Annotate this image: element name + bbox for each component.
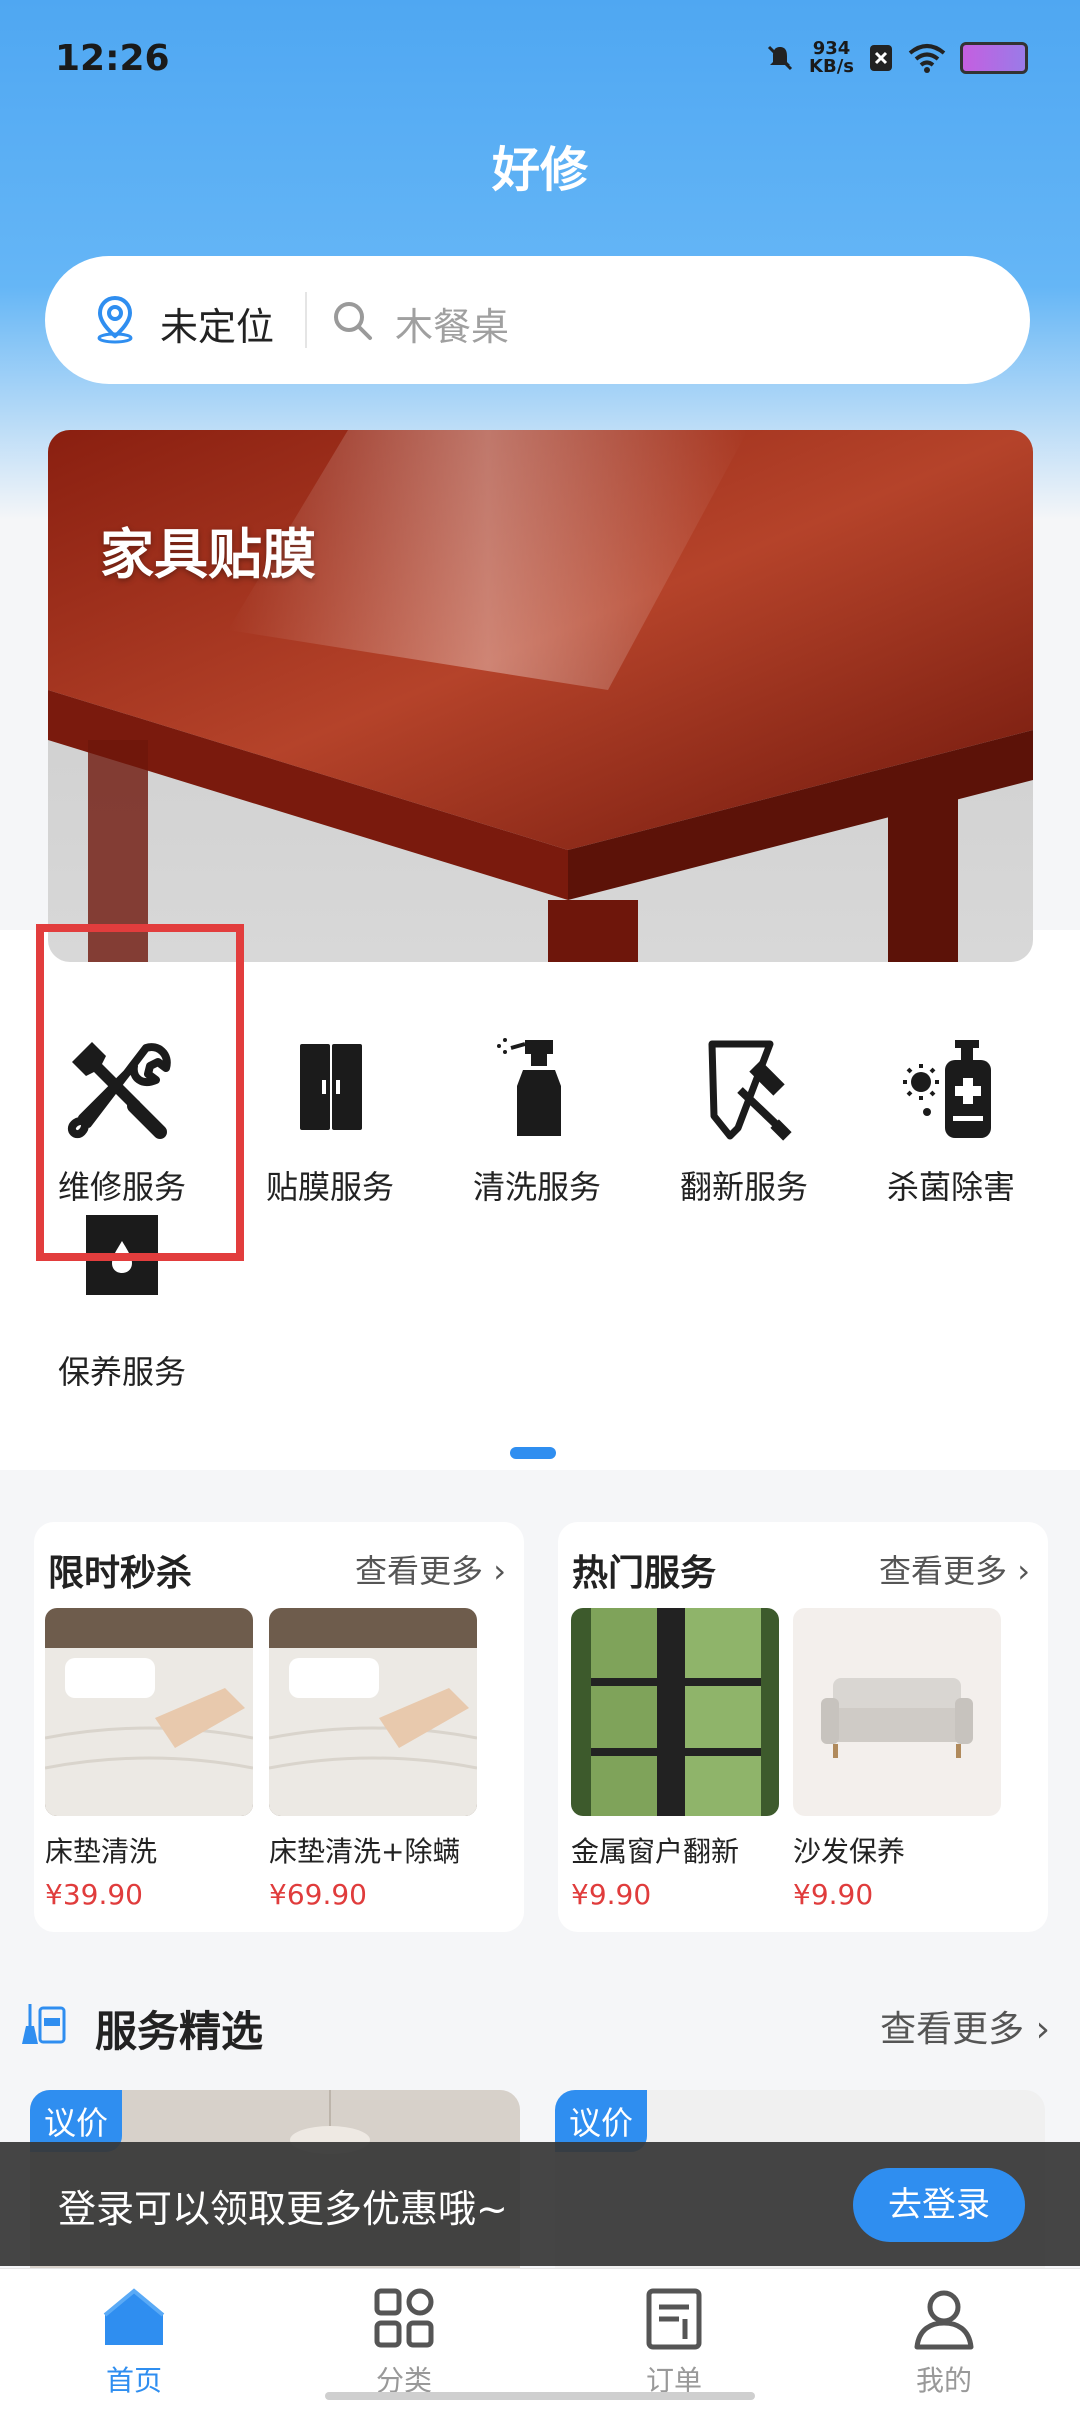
user-icon (914, 2290, 974, 2350)
more-label: 查看更多 (355, 1552, 484, 1590)
flash-sale-more-link[interactable]: 查看更多 › (355, 1546, 506, 1592)
service-label: 清洗服务 (472, 1168, 601, 1206)
wifi-icon (908, 44, 946, 73)
product-price: ¥9.90 (793, 1878, 874, 1911)
product-name: 金属窗户翻新 (571, 1835, 740, 1868)
service-sanitize[interactable]: 杀菌除害 (851, 1030, 1051, 1220)
spray-bottle-icon (497, 1038, 561, 1136)
login-button[interactable]: 去登录 (853, 2168, 1025, 2242)
search-input[interactable]: 木餐桌 (395, 296, 509, 351)
paint-roller-icon (708, 1040, 792, 1141)
search-divider (305, 292, 307, 348)
tab-label: 我的 (915, 2364, 972, 2397)
app-title: 好修 (491, 142, 588, 198)
flash-sale-card: 限时秒杀 查看更多 › 床垫清洗 ¥39.90 床垫清洗+除螨 ¥69.90 (34, 1522, 524, 1932)
service-label: 杀菌除害 (886, 1168, 1015, 1206)
status-bar: 12:26 934 KB/s (0, 0, 1080, 120)
more-label: 查看更多 (879, 1552, 1008, 1590)
tab-category[interactable]: 分类 (314, 2283, 494, 2399)
search-bar[interactable]: 未定位 木餐桌 (45, 256, 1030, 384)
product-name: 沙发保养 (793, 1835, 906, 1868)
mattress-image (268, 1608, 478, 1816)
product-name: 床垫清洗 (45, 1835, 158, 1868)
mute-bell-icon (767, 45, 793, 71)
net-speed-unit: KB/s (809, 56, 854, 77)
product-item[interactable]: 金属窗户翻新 ¥9.90 (571, 1608, 779, 1911)
chevron-right-icon: › (493, 1552, 506, 1590)
tab-orders[interactable]: 订单 (584, 2283, 764, 2399)
tab-home[interactable]: 首页 (44, 2283, 224, 2399)
window-image (571, 1608, 779, 1816)
status-time: 12:26 (55, 38, 170, 79)
broom-icon (22, 2004, 66, 2044)
flash-sale-title: 限时秒杀 (48, 1553, 193, 1594)
tab-label: 首页 (105, 2364, 162, 2397)
service-cleaning[interactable]: 清洗服务 (437, 1030, 637, 1220)
battery-icon (960, 42, 1028, 74)
status-icons: 934 KB/s (765, 40, 1028, 76)
service-renovate[interactable]: 翻新服务 (644, 1030, 844, 1220)
selection-header: 服务精选 查看更多 › (0, 1990, 1080, 2060)
sim-off-icon (870, 45, 892, 71)
order-icon (646, 2288, 702, 2350)
home-indicator (325, 2392, 755, 2400)
sanitizer-icon (903, 1040, 991, 1138)
grid-icon (374, 2288, 434, 2348)
promo-banner[interactable]: 家具贴膜 (48, 430, 1033, 962)
wardrobe-icon (300, 1044, 362, 1130)
sofa-image (793, 1608, 1001, 1816)
location-pin-icon[interactable] (90, 294, 140, 344)
bottom-tab-bar: 首页 分类 订单 我的 (0, 2268, 1080, 2409)
service-label: 保养服务 (57, 1353, 186, 1391)
service-label: 贴膜服务 (265, 1168, 394, 1206)
hot-services-more-link[interactable]: 查看更多 › (879, 1546, 1030, 1592)
home-icon (103, 2288, 165, 2345)
product-price: ¥39.90 (45, 1878, 143, 1911)
more-label: 查看更多 (880, 2009, 1025, 2050)
login-toast: 登录可以领取更多优惠哦~ 去登录 (0, 2142, 1080, 2266)
product-item[interactable]: 床垫清洗 ¥39.90 (44, 1608, 254, 1911)
product-item[interactable]: 沙发保养 ¥9.90 (793, 1608, 1001, 1911)
selection-more-link[interactable]: 查看更多 › (880, 2000, 1050, 2052)
highlight-box (36, 924, 244, 1261)
page-indicator (510, 1447, 556, 1459)
product-item[interactable]: 床垫清洗+除螨 ¥69.90 (268, 1608, 478, 1911)
selection-title: 服务精选 (95, 2007, 264, 2056)
chevron-right-icon: › (1035, 2009, 1050, 2050)
chevron-right-icon: › (1017, 1552, 1030, 1590)
product-price: ¥69.90 (269, 1878, 367, 1911)
mattress-image (44, 1608, 254, 1816)
product-price: ¥9.90 (571, 1878, 652, 1911)
service-label: 翻新服务 (679, 1168, 808, 1206)
hot-services-card: 热门服务 查看更多 › 金属窗户翻新 ¥9.90 沙发保养 ¥9.90 (558, 1522, 1048, 1932)
tab-profile[interactable]: 我的 (854, 2283, 1034, 2399)
hot-services-title: 热门服务 (572, 1553, 717, 1594)
location-label[interactable]: 未定位 (160, 296, 274, 351)
net-speed: 934 KB/s (809, 40, 854, 76)
banner-label: 家具贴膜 (100, 523, 316, 586)
search-icon (334, 302, 372, 340)
toast-text: 登录可以领取更多优惠哦~ (58, 2187, 508, 2231)
product-name: 床垫清洗+除螨 (269, 1835, 461, 1868)
service-film[interactable]: 贴膜服务 (230, 1030, 430, 1220)
